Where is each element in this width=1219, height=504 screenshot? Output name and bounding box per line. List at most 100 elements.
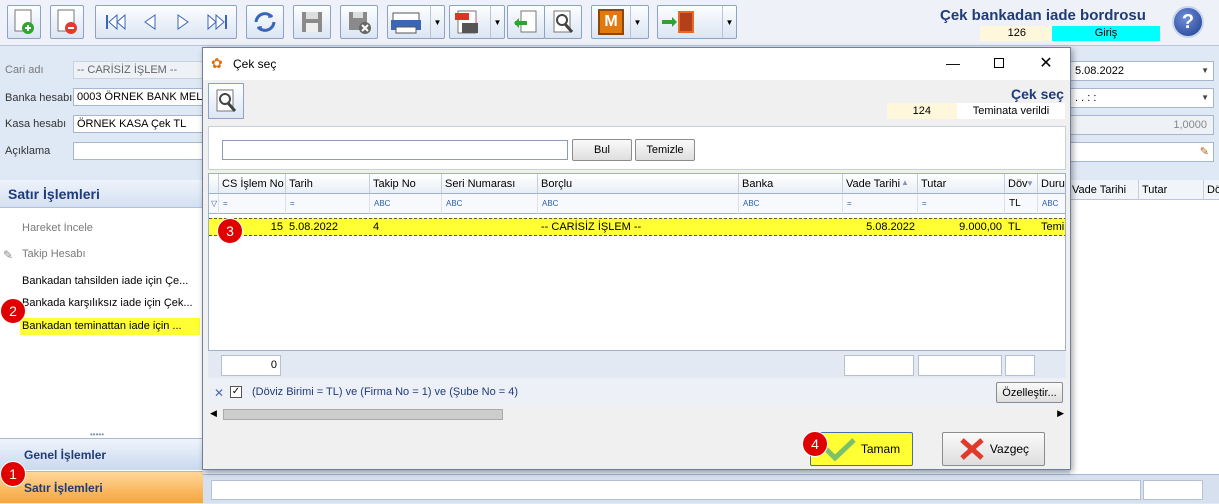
col-seri-numarasi[interactable]: Seri Numarası (442, 174, 538, 194)
summary-doviz (1005, 355, 1035, 376)
filter-durum[interactable]: ABC (1038, 194, 1065, 214)
col-cs-islem-no[interactable]: CS İşlem No (219, 174, 286, 194)
main-toolbar: ▼ ▼ M ▼ ▼ Çek bankadan iade bordrosu 126… (0, 0, 1219, 46)
col-borclu[interactable]: Borçlu (538, 174, 739, 194)
exit-dropdown-icon[interactable]: ▼ (722, 6, 736, 38)
document-search-icon (216, 89, 237, 112)
find-button[interactable]: Bul (572, 139, 632, 161)
hareket-incele-item[interactable]: Hareket İncele (22, 222, 202, 234)
close-button[interactable]: ✕ (1023, 48, 1069, 78)
step-marker-4: 4 (802, 431, 828, 457)
filter-row-icon: ▽ (209, 194, 219, 214)
background-grid-body (1070, 200, 1219, 474)
dialog-search-button[interactable] (208, 83, 244, 119)
scroll-right-icon[interactable]: ▶ (1057, 408, 1064, 419)
date-field[interactable]: 5.08.2022 ▼ (1070, 61, 1214, 81)
last-record-icon[interactable] (206, 12, 230, 32)
bg-col-doviz: Dö (1207, 184, 1219, 196)
print-dropdown-icon[interactable]: ▼ (430, 6, 444, 38)
time-field[interactable]: . . : : ▼ (1070, 88, 1214, 108)
clear-filter-icon[interactable]: ✕ (214, 386, 224, 400)
filter-tarih[interactable]: = (286, 194, 370, 214)
clear-button[interactable]: Temizle (635, 139, 695, 161)
col-durum[interactable]: Durum (1038, 174, 1065, 194)
filter-funnel-icon[interactable]: ▼ (1026, 179, 1034, 188)
description-right-field[interactable]: ✎ (1070, 142, 1214, 162)
filter-seri[interactable]: ABC (442, 194, 538, 214)
first-record-icon[interactable] (103, 12, 127, 32)
nav-genel-islemler[interactable]: Genel İşlemler (0, 438, 203, 470)
previous-record-icon[interactable] (140, 12, 160, 32)
check-icon (824, 438, 856, 461)
edit-pencil-icon[interactable]: ✎ (1200, 143, 1209, 161)
cari-label: Cari adı (5, 64, 44, 76)
col-tarih[interactable]: Tarih (286, 174, 370, 194)
takip-hesabi-item[interactable]: Takip Hesabı (22, 248, 202, 260)
save-button[interactable] (293, 5, 331, 39)
import-button[interactable] (507, 5, 545, 39)
teminattan-iade-item[interactable]: Bankadan teminattan iade için ... (20, 318, 200, 335)
refresh-button[interactable] (246, 5, 284, 39)
cell-doviz: TL (1008, 221, 1021, 233)
next-record-icon[interactable] (173, 12, 193, 32)
filter-doviz[interactable]: TL (1005, 194, 1038, 214)
tahsilden-iade-item[interactable]: Bankadan tahsilden iade için Çe... (22, 275, 202, 287)
karsiliksiz-iade-item[interactable]: Bankada karşılıksız iade için Çek... (22, 297, 202, 309)
kasa-label: Kasa hesabı (5, 118, 67, 130)
filter-vade[interactable]: = (843, 194, 918, 214)
filter-borclu[interactable]: ABC (538, 194, 739, 214)
close-icon: ✕ (1039, 55, 1053, 72)
rate-field: 1,0000 (1070, 115, 1214, 135)
horizontal-scrollbar[interactable]: ◀ ▶ (208, 406, 1066, 423)
document-status: Giriş (1052, 26, 1160, 41)
time-value: . . : : (1075, 92, 1097, 104)
minimize-button[interactable]: — (930, 48, 976, 78)
inspect-button[interactable] (544, 5, 582, 39)
filter-checkbox[interactable]: ✓ (230, 386, 242, 398)
dialog-header-title: Çek seç (1011, 86, 1064, 102)
new-document-button[interactable] (7, 5, 41, 39)
export-pdf-button[interactable]: ▼ (449, 5, 505, 39)
cancel-save-button[interactable] (340, 5, 378, 39)
cek-sec-dialog: ✿ Çek seç — ✕ Çek seç 124 Teminata veril… (202, 47, 1071, 470)
cell-banka (739, 219, 843, 235)
filter-text[interactable]: (Döviz Birimi = TL) ve (Firma No = 1) ve… (252, 386, 518, 398)
filter-tutar[interactable]: = (918, 194, 1005, 214)
customize-button[interactable]: Özelleştir... (996, 382, 1063, 403)
cell-tutar: 9.000,00 (959, 221, 1002, 233)
cancel-save-icon (349, 12, 371, 34)
kasa-field[interactable]: ÖRNEK KASA Çek TL (73, 115, 203, 133)
help-button[interactable]: ? (1172, 6, 1204, 38)
print-button[interactable]: ▼ (387, 5, 445, 39)
date-dropdown-icon[interactable]: ▼ (1201, 62, 1209, 80)
col-tutar[interactable]: Tutar (918, 174, 1005, 194)
filter-cs-islem-no[interactable]: = (219, 194, 286, 214)
banka-field[interactable]: 0003 ÖRNEK BANK MELİKG (73, 88, 203, 106)
cari-field[interactable]: -- CARİSİZ İŞLEM -- (73, 61, 203, 79)
scroll-thumb[interactable] (223, 409, 503, 420)
exit-button[interactable]: ▼ (657, 5, 737, 39)
export-dropdown-icon[interactable]: ▼ (490, 6, 504, 38)
nav-satir-islemleri[interactable]: Satır İşlemleri (0, 471, 203, 503)
m-dropdown-icon[interactable]: ▼ (630, 6, 644, 38)
cell-tarih: 5.08.2022 (289, 221, 338, 233)
status-bar (203, 474, 1219, 503)
cancel-button[interactable]: Vazgeç (942, 432, 1045, 466)
search-input[interactable] (222, 140, 568, 160)
filter-banka[interactable]: ABC (739, 194, 843, 214)
status-panel (211, 480, 1141, 500)
maximize-button[interactable] (976, 48, 1022, 78)
col-takip-no[interactable]: Takip No (370, 174, 442, 194)
col-banka[interactable]: Banka (739, 174, 843, 194)
table-row[interactable]: 15 5.08.2022 4 -- CARİSİZ İŞLEM -- 5.08.… (209, 218, 1065, 236)
time-dropdown-icon[interactable]: ▼ (1201, 89, 1209, 107)
dialog-number: 124 (887, 103, 957, 119)
row-indicator-header (209, 174, 219, 194)
scroll-left-icon[interactable]: ◀ (210, 408, 217, 419)
butterfly-icon: ✿ (211, 55, 223, 71)
m-button[interactable]: M ▼ (591, 5, 649, 39)
delete-document-button[interactable] (50, 5, 84, 39)
filter-takip-no[interactable]: ABC (370, 194, 442, 214)
aciklama-field[interactable] (73, 142, 203, 160)
minimize-icon: — (946, 55, 960, 71)
